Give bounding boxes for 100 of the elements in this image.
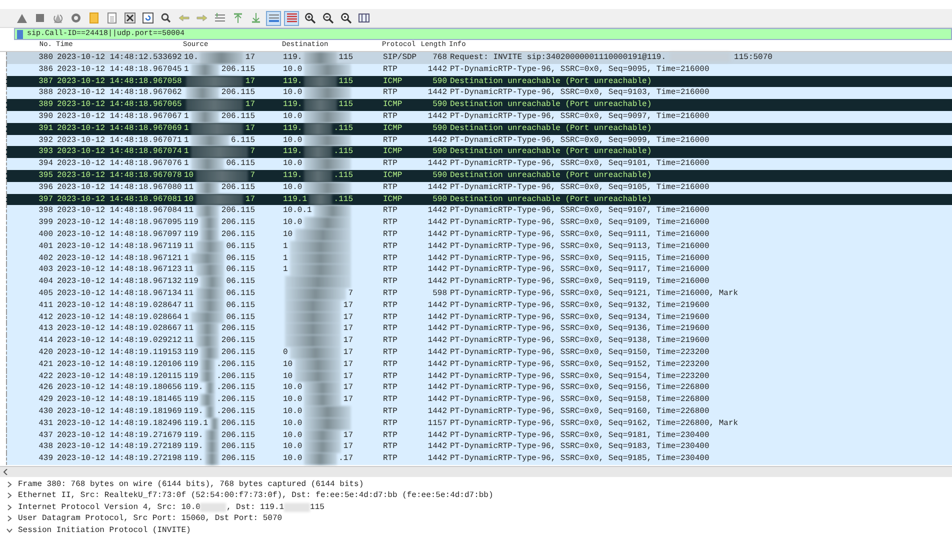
collapse-caret-icon[interactable] <box>6 526 13 534</box>
expand-caret-icon[interactable] <box>6 481 13 488</box>
protocol-text: RTP <box>383 158 398 170</box>
address-text: 119. <box>283 52 302 64</box>
packet-row[interactable]: 437 2023-10-12 14:48:19.271679 119. 206.115 10.0 17 RTP 1442 PT-DynamicRTP-Type-96, SSRC=0x0, Seq=9181, Time=230400 <box>6 430 952 442</box>
reload-button[interactable] <box>140 10 155 26</box>
packet-length: 1442 <box>426 430 447 442</box>
expand-caret-icon[interactable] <box>6 515 13 522</box>
packet-row[interactable]: 412 2023-10-12 14:48:19.028664 1 06.115 17 RTP 1442 PT-DynamicRTP-Type-96, SSRC=0x0, Seq=9134, Time=219600 <box>6 312 952 324</box>
packet-row[interactable]: 420 2023-10-12 14:48:19.119153 119 206.115 0 17 RTP 1442 PT-DynamicRTP-Type-96, SSRC=0x0, Seq=9150, Time=223200 <box>6 346 952 359</box>
packet-time: 2023-10-12 14:48:18.967074 <box>56 146 183 158</box>
packet-length: 1442 <box>426 358 447 371</box>
protocol-text: RTP <box>383 134 398 146</box>
address-text: 206.115 <box>221 418 255 430</box>
packet-number: 391 <box>38 122 53 135</box>
packet-row[interactable]: 393 2023-10-12 14:48:18.967074 1 7 119. .115 ICMP 590 Destination unreachable (Port unreachable) <box>6 146 952 158</box>
packet-info: PT-DynamicRTP-Type-96, SSRC=0x0, Seq=9095, Time=216000 <box>450 64 710 76</box>
address-text: 10. <box>184 52 198 64</box>
colorize-button[interactable] <box>284 10 299 26</box>
colorize-icon <box>286 12 298 24</box>
packet-info: PT-DynamicRTP-Type-96, SSRC=0x0, Seq=9136, Time=219600 <box>450 323 710 336</box>
packet-row[interactable]: 405 2023-10-12 14:48:18.967134 11 06.115 7 RTP 598 PT-DynamicRTP-Type-96, SSRC=0x0, Seq=9121, Time=216000, Mark <box>6 288 952 300</box>
packet-row[interactable]: 401 2023-10-12 14:48:18.967119 11 06.115 1 RTP 1442 PT-DynamicRTP-Type-96, SSRC=0x0, Seq=9113, Time=216000 <box>6 240 952 253</box>
packet-row[interactable]: 422 2023-10-12 14:48:19.120115 119 .206.115 10 17 RTP 1442 PT-DynamicRTP-Type-96, SSRC=0x0, Seq=9154, Time=223200 <box>6 370 952 382</box>
protocol-text: RTP <box>383 240 398 253</box>
expand-caret-icon[interactable] <box>6 504 13 511</box>
address-text: 17 <box>343 382 353 394</box>
packet-length: 1442 <box>426 335 447 347</box>
protocol-text: RTP <box>383 370 398 382</box>
packet-number: 422 <box>38 370 53 382</box>
address-text: 10.0 <box>283 441 302 454</box>
packet-row[interactable]: 399 2023-10-12 14:48:18.967095 119 206.115 10.0 RTP 1442 PT-DynamicRTP-Type-96, SSRC=0x0, Seq=9109, Time=216000 <box>6 217 952 229</box>
packet-number: 414 <box>38 335 53 347</box>
packet-row[interactable]: 387 2023-10-12 14:48:18.967058 17 119. 115 ICMP 590 Destination unreachable (Port unreachable) <box>6 76 952 88</box>
packet-row[interactable]: 392 2023-10-12 14:48:18.967071 1 6.115 10.0 RTP 1442 PT-DynamicRTP-Type-96, SSRC=0x0, Seq=9099, Time=216000 <box>6 134 952 146</box>
packet-row[interactable]: 390 2023-10-12 14:48:18.967067 1 206.115 10.0 RTP 1442 PT-DynamicRTP-Type-96, SSRC=0x0, Seq=9097, Time=216000 <box>6 110 952 123</box>
address-text: 10.0 <box>283 418 302 430</box>
packet-row[interactable]: 395 2023-10-12 14:48:18.967078 10 7 119. .115 ICMP 590 Destination unreachable (Port unreachable) <box>6 170 952 182</box>
packet-time: 2023-10-12 14:48:18.967062 <box>56 87 183 100</box>
packet-row[interactable]: 389 2023-10-12 14:48:18.967065 17 119. 115 ICMP 590 Destination unreachable (Port unreachable) <box>6 99 952 111</box>
address-text: .115 <box>334 170 353 182</box>
packet-row[interactable]: 438 2023-10-12 14:48:19.272189 119. 206.115 10.0 17 RTP 1442 PT-DynamicRTP-Type-96, SSRC=0x0, Seq=9183, Time=230400 <box>6 441 952 454</box>
horizontal-scrollbar[interactable] <box>0 466 952 477</box>
packet-row[interactable]: 431 2023-10-12 14:48:19.182496 119.1 206.115 10.0 RTP 1157 PT-DynamicRTP-Type-96, SSRC=0x0, Seq=9162, Time=226800, Mark <box>6 418 952 430</box>
packet-row[interactable]: 404 2023-10-12 14:48:18.967132 119 06.115 RTP 1442 PT-DynamicRTP-Type-96, SSRC=0x0, Seq=9119, Time=216000 <box>6 276 952 288</box>
packet-row[interactable]: 386 2023-10-12 14:48:18.967045 1 206.115 10.0 RTP 1442 PT-DynamicRTP-Type-96, SSRC=0x0, Seq=9095, Time=216000 <box>6 64 952 76</box>
address-text: 17 <box>245 76 255 88</box>
packet-row[interactable]: 421 2023-10-12 14:48:19.120106 119 .206.115 10 17 RTP 1442 PT-DynamicRTP-Type-96, SSRC=0x0, Seq=9152, Time=223200 <box>6 358 952 371</box>
autoscroll-button[interactable] <box>266 10 281 26</box>
packet-info: PT-DynamicRTP-Type-96, SSRC=0x0, Seq=9103, Time=216000 <box>450 87 710 100</box>
packet-length: 590 <box>432 122 447 135</box>
packet-row[interactable]: 439 2023-10-12 14:48:19.272198 119. 206.115 10.0 .17 RTP 1442 PT-DynamicRTP-Type-96, SSRC=0x0, Seq=9185, Time=230400 <box>6 453 952 465</box>
protocol-tree-item: Frame 380: 768 bytes on wire (6144 bits), 768 bytes captured (6144 bits) <box>18 480 364 490</box>
packet-row[interactable]: 380 2023-10-12 14:48:12.533692 10. 17 119. 115 SIP/SDP 768 Request: INVITE sip:34020000001110000191@119. 115:5070 <box>6 52 952 64</box>
close-button[interactable] <box>122 10 137 26</box>
packet-row[interactable]: 391 2023-10-12 14:48:18.967069 1 17 119. .115 ICMP 590 Destination unreachable (Port unreachable) <box>6 122 952 135</box>
address-text: 119 <box>184 370 198 382</box>
redaction-blur <box>190 252 224 264</box>
packet-time: 2023-10-12 14:48:19.120106 <box>56 358 183 371</box>
zoom-in-button[interactable] <box>302 10 317 26</box>
packet-row[interactable]: 414 2023-10-12 14:48:19.029212 11 206.115 17 RTP 1442 PT-DynamicRTP-Type-96, SSRC=0x0, Seq=9138, Time=219600 <box>6 335 952 347</box>
zoom-reset-button[interactable] <box>338 10 353 26</box>
protocol-text: ICMP <box>383 122 404 135</box>
back-arrow-icon <box>178 12 190 24</box>
redaction-blur <box>304 453 337 465</box>
packet-time: 2023-10-12 14:48:19.120115 <box>56 370 183 382</box>
packet-row[interactable]: 411 2023-10-12 14:48:19.028647 11 06.115 17 RTP 1442 PT-DynamicRTP-Type-96, SSRC=0x0, Seq=9132, Time=219600 <box>6 300 952 312</box>
packet-row[interactable]: 388 2023-10-12 14:48:18.967062 206.115 10.0 RTP 1442 PT-DynamicRTP-Type-96, SSRC=0x0, Seq=9103, Time=216000 <box>6 87 952 100</box>
packet-info: PT-DynamicRTP-Type-96, SSRC=0x0, Seq=9183, Time=230400 <box>450 441 710 454</box>
packet-row[interactable]: 400 2023-10-12 14:48:18.967097 119 206.115 10 RTP 1442 PT-DynamicRTP-Type-96, SSRC=0x0, Seq=9111, Time=216000 <box>6 228 952 241</box>
expand-caret-icon[interactable] <box>6 492 13 500</box>
packet-row[interactable]: 397 2023-10-12 14:48:18.967081 10 17 119.1 .115 ICMP 590 Destination unreachable (Port unreachable) <box>6 194 952 206</box>
packet-row[interactable]: 429 2023-10-12 14:48:19.181465 119 .206.115 10.0 17 RTP 1442 PT-DynamicRTP-Type-96, SSRC=0x0, Seq=9158, Time=226800 <box>6 394 952 406</box>
packet-row[interactable]: 430 2023-10-12 14:48:19.181969 119. .206.115 10.0 RTP 1442 PT-DynamicRTP-Type-96, SSRC=0x0, Seq=9160, Time=226800 <box>6 406 952 418</box>
packet-time: 2023-10-12 14:48:18.967095 <box>56 217 183 229</box>
packet-length: 1442 <box>426 205 447 218</box>
packet-number: 404 <box>38 276 53 288</box>
scroll-left-icon[interactable] <box>3 468 9 475</box>
packet-row[interactable]: 413 2023-10-12 14:48:19.028667 11 206.115 17 RTP 1442 PT-DynamicRTP-Type-96, SSRC=0x0, Seq=9136, Time=219600 <box>6 323 952 336</box>
packet-length: 590 <box>432 76 447 88</box>
redaction-blur <box>304 64 351 76</box>
zoom-out-icon <box>322 12 334 24</box>
packet-row[interactable]: 402 2023-10-12 14:48:18.967121 1 06.115 1 RTP 1442 PT-DynamicRTP-Type-96, SSRC=0x0, Seq=9115, Time=216000 <box>6 252 952 264</box>
address-text: 206.115 <box>221 441 255 454</box>
address-text: 10.0 <box>283 453 302 465</box>
packet-row[interactable]: 394 2023-10-12 14:48:18.967076 1 06.115 10.0 RTP 1442 PT-DynamicRTP-Type-96, SSRC=0x0, Seq=9101, Time=216000 <box>6 158 952 170</box>
address-text: 10.0 <box>283 394 302 406</box>
packet-info: Destination unreachable (Port unreachable) <box>450 170 652 182</box>
packet-row[interactable]: 403 2023-10-12 14:48:18.967123 11 06.115 1 RTP 1442 PT-DynamicRTP-Type-96, SSRC=0x0, Seq=9117, Time=216000 <box>6 264 952 276</box>
packet-row[interactable]: 398 2023-10-12 14:48:18.967084 11 206.115 10.0.1 RTP 1442 PT-DynamicRTP-Type-96, SSRC=0x0, Seq=9107, Time=216000 <box>6 205 952 218</box>
packet-row[interactable]: 396 2023-10-12 14:48:18.967080 11 206.115 10.0 RTP 1442 PT-DynamicRTP-Type-96, SSRC=0x0, Seq=9105, Time=216000 <box>6 182 952 194</box>
protocol-text: RTP <box>383 300 398 312</box>
redaction-blur <box>304 87 351 100</box>
zoom-out-button[interactable] <box>320 10 335 26</box>
packet-info: PT-DynamicRTP-Type-96, SSRC=0x0, Seq=9113, Time=216000 <box>450 240 710 253</box>
redaction-blur <box>190 312 224 324</box>
redaction-blur <box>290 264 351 276</box>
address-text: 7 <box>250 146 255 158</box>
packet-row[interactable]: 426 2023-10-12 14:48:19.180656 119. .206.115 10.0 17 RTP 1442 PT-DynamicRTP-Type-96, SSRC=0x0, Seq=9156, Time=226800 <box>6 382 952 394</box>
resize-columns-button[interactable] <box>356 10 371 26</box>
